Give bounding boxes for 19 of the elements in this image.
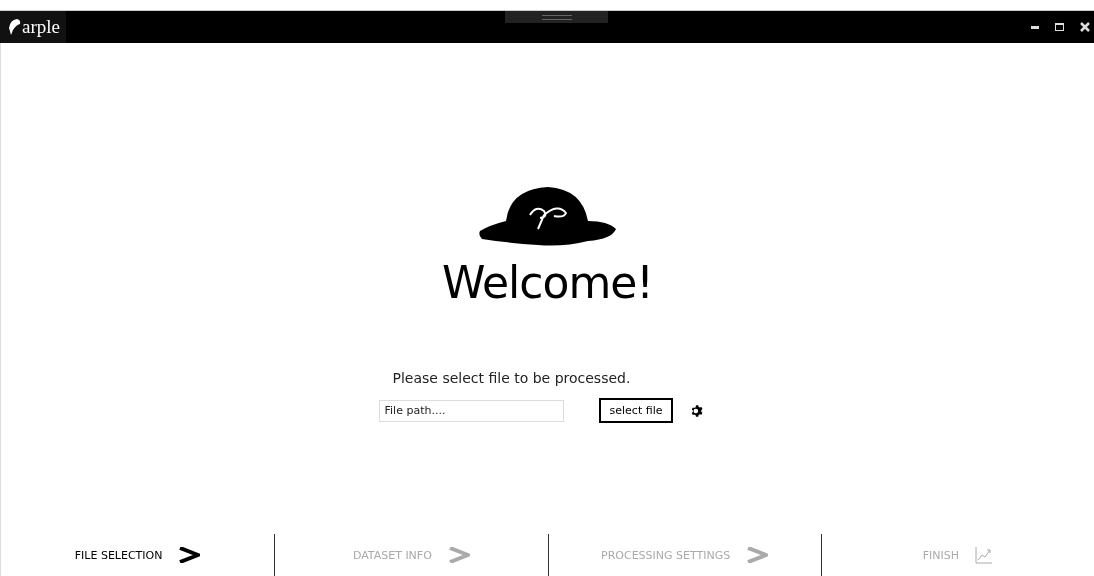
file-path-field[interactable]: File path.... (378, 399, 564, 422)
prompt-text: Please select file to be processed. (391, 370, 632, 386)
step-tab[interactable]: FILE SELECTION (74, 548, 163, 562)
chart-icon (975, 546, 994, 564)
settings-icon[interactable] (690, 403, 705, 418)
hat-logo-icon (8, 18, 22, 36)
step-tab[interactable]: DATASET INFO (352, 548, 432, 562)
app-title: arple (22, 16, 60, 38)
chevron-icon (447, 547, 470, 563)
minimize-button[interactable] (1031, 25, 1039, 29)
maximize-button[interactable] (1055, 23, 1064, 31)
chevron-icon (746, 547, 769, 563)
close-button[interactable] (1080, 22, 1090, 32)
chevron-icon (178, 547, 201, 563)
welcome-heading: Welcome! (442, 257, 653, 308)
drag-handle[interactable] (505, 11, 608, 23)
step-tab[interactable]: PROCESSING SETTINGS (601, 548, 731, 562)
select-file-button[interactable]: select file (598, 398, 674, 423)
step-tab[interactable]: FINISH (922, 548, 960, 562)
